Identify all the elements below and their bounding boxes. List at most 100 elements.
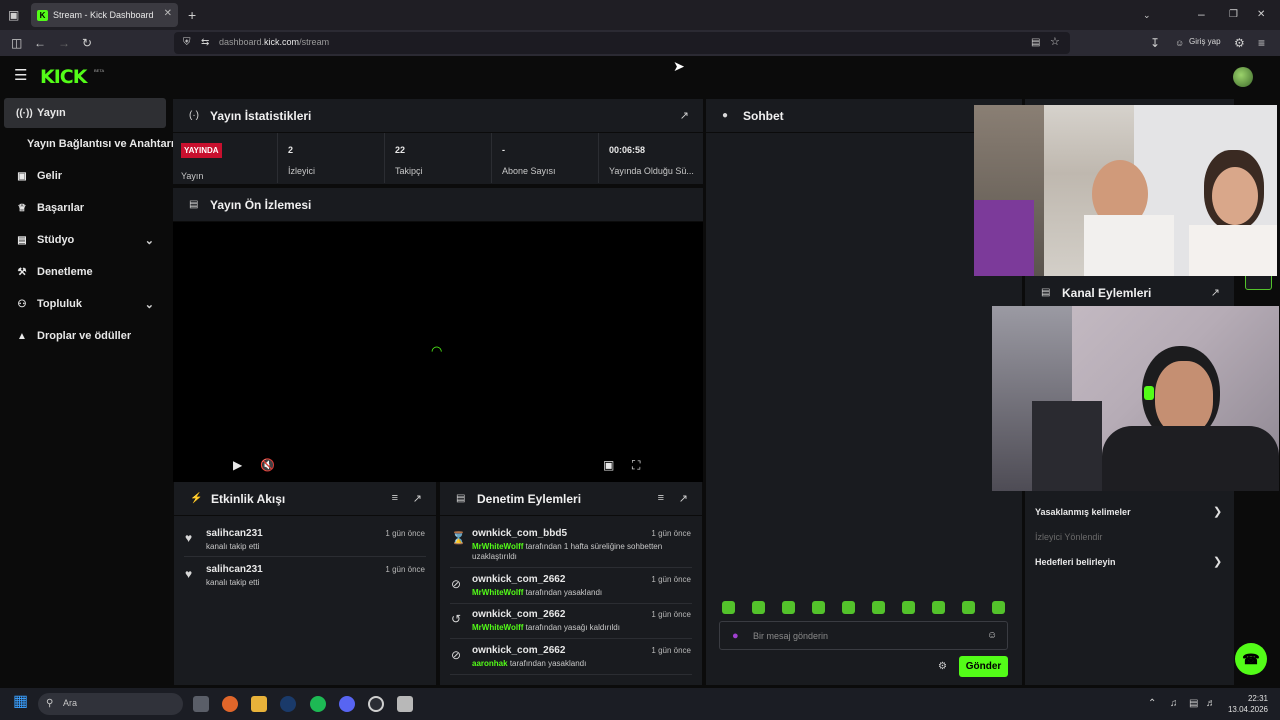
settings-gear-icon[interactable]: ⚙ [938, 660, 947, 674]
browser-tab-bar: ▣ K Stream - Kick Dashboard ✕ + ⌄ – ❐ ✕ [0, 0, 1280, 30]
sidebar-item-droplar[interactable]: ▲ Droplar ve ödüller [4, 321, 166, 351]
signin-link[interactable]: Giriş yap [1189, 37, 1221, 46]
emote-icon[interactable] [782, 601, 795, 614]
popout-icon[interactable]: ↗ [680, 109, 689, 122]
sidebar-item-basarilar[interactable]: ♕ Başarılar [4, 193, 166, 223]
emote-icon[interactable] [722, 601, 735, 614]
microphone-icon[interactable]: ● [732, 629, 739, 643]
browser-tab[interactable]: K Stream - Kick Dashboard ✕ [31, 3, 178, 27]
minimize-icon[interactable]: – [1198, 7, 1205, 21]
panel-header: ▤ Denetim Eylemleri ≡ ↗ [440, 482, 702, 516]
task-view-icon[interactable] [193, 696, 209, 712]
emote-icon[interactable] [902, 601, 915, 614]
page-info-icon[interactable]: ⇆ [201, 36, 209, 50]
sidebar-toggle-icon[interactable]: ◫ [11, 36, 22, 50]
store-icon[interactable] [397, 696, 413, 712]
obs-icon[interactable] [368, 696, 384, 712]
emoji-icon[interactable]: ☺ [987, 629, 997, 643]
popout-icon[interactable]: ↗ [1211, 286, 1220, 299]
sidebar-item-label: Yayın [37, 107, 66, 119]
restore-icon[interactable]: ❐ [1229, 8, 1238, 22]
webcam-overlay-streamer [992, 306, 1279, 491]
account-icon[interactable]: ☺ [1175, 36, 1184, 50]
stat-subscribers: - Abone Sayısı [492, 133, 599, 183]
spotify-icon[interactable] [310, 696, 326, 712]
emote-icon[interactable] [992, 601, 1005, 614]
tab-list-icon[interactable]: ▣ [8, 8, 19, 22]
popout-icon[interactable]: ↗ [413, 492, 422, 505]
stat-label: Abone Sayısı [502, 166, 556, 176]
forward-icon[interactable]: → [58, 36, 70, 50]
feed-user[interactable]: salihcan231 [206, 564, 263, 575]
feed-user[interactable]: ownkick_com_bbd5 [472, 528, 567, 539]
close-tab-icon[interactable]: ✕ [164, 8, 172, 19]
volume-icon[interactable]: ♬ [1206, 697, 1216, 711]
avatar[interactable] [1233, 67, 1253, 87]
extensions-icon[interactable]: ⚙ [1234, 36, 1245, 50]
filter-icon[interactable]: ≡ [392, 492, 398, 504]
film-icon: ▤ [1041, 287, 1051, 298]
bookmark-star-icon[interactable]: ☆ [1050, 35, 1060, 49]
menu-icon[interactable]: ≡ [1258, 36, 1265, 50]
new-tab-icon[interactable]: + [188, 8, 196, 22]
feed-user[interactable]: salihcan231 [206, 528, 263, 539]
network-icon[interactable]: ▤ [1189, 697, 1198, 711]
reload-icon[interactable]: ↻ [82, 36, 92, 50]
firefox-icon[interactable] [222, 696, 238, 712]
sidebar-item-stream-key[interactable]: Yayın Bağlantısı ve Anahtarı [4, 129, 174, 159]
emote-icon[interactable] [962, 601, 975, 614]
emote-icon[interactable] [812, 601, 825, 614]
sidebar-item-topluluk[interactable]: ⚇ Topluluk ⌄ [4, 289, 166, 319]
sidebar-item-yayin[interactable]: ((·)) Yayın [4, 98, 166, 128]
emote-icon[interactable] [752, 601, 765, 614]
feed-user[interactable]: ownkick_com_2662 [472, 609, 565, 620]
channel-action-raid: İzleyici Yönlendir [1035, 532, 1103, 542]
dashboard-sidebar: ((·)) Yayın Yayın Bağlantısı ve Anahtarı… [0, 98, 174, 688]
emote-icon[interactable] [932, 601, 945, 614]
rewards-icon: ▲ [17, 330, 27, 342]
sidebar-item-label: Denetleme [37, 266, 93, 278]
sidebar-item-denetleme[interactable]: ⚒ Denetleme [4, 257, 166, 287]
back-icon[interactable]: ← [34, 36, 46, 50]
support-chat-button[interactable]: ☎ [1235, 643, 1267, 675]
channel-action-goals[interactable]: Hedefleri belirleyin [1035, 557, 1116, 567]
popout-icon[interactable]: ↗ [679, 492, 688, 505]
tray-chevron-up-icon[interactable]: ⌃ [1148, 697, 1156, 711]
emote-icon[interactable] [842, 601, 855, 614]
steam-icon[interactable] [280, 696, 296, 712]
chevron-down-icon[interactable]: ⌄ [1143, 8, 1151, 22]
picture-in-picture-icon[interactable]: ▣ [603, 458, 614, 472]
taskbar-search[interactable]: ⚲ Ara [38, 693, 183, 715]
download-icon[interactable]: ↧ [1150, 36, 1160, 50]
microphone-icon[interactable]: ♫ [1170, 697, 1178, 711]
reader-view-icon[interactable]: ▤ [1031, 36, 1040, 50]
broadcast-icon: ((·)) [16, 107, 33, 119]
shield-icon[interactable]: ⛨ [183, 36, 191, 50]
filter-icon[interactable]: ≡ [658, 492, 664, 504]
windows-start-icon[interactable]: ▦ [13, 694, 28, 710]
chevron-down-icon: ⌄ [144, 298, 154, 311]
video-player[interactable]: ◠ ▶ 🔇 ▣ ⛶ [173, 222, 703, 482]
channel-action-banned-words[interactable]: Yasaklanmış kelimeler [1035, 507, 1131, 517]
file-explorer-icon[interactable] [251, 696, 267, 712]
send-button[interactable]: Gönder [959, 656, 1008, 677]
feed-user[interactable]: ownkick_com_2662 [472, 645, 565, 656]
sidebar-item-gelir[interactable]: ▣ Gelir [4, 161, 166, 191]
discord-icon[interactable] [339, 696, 355, 712]
panel-title: Yayın Ön İzlemesi [210, 198, 312, 212]
feed-user[interactable]: ownkick_com_2662 [472, 574, 565, 585]
hamburger-menu-icon[interactable]: ☰ [14, 68, 27, 83]
taskbar-clock[interactable]: 22:31 13.04.2026 [1226, 693, 1268, 715]
mute-icon[interactable]: 🔇 [260, 458, 275, 472]
play-icon[interactable]: ▶ [233, 458, 242, 472]
chat-message-input[interactable]: ● Bir mesaj gönderin ☺ [719, 621, 1008, 650]
list-item: ♥ salihcan231 1 gün önce kanalı takip et… [174, 528, 436, 564]
address-bar[interactable]: ⛨ ⇆ dashboard.kick.com/stream ▤ ☆ [174, 32, 1070, 54]
emote-icon[interactable] [872, 601, 885, 614]
sidebar-item-studyo[interactable]: ▤ Stüdyo ⌄ [4, 225, 166, 255]
close-window-icon[interactable]: ✕ [1257, 8, 1265, 22]
kick-logo[interactable]: KICK [40, 66, 87, 88]
trophy-icon: ♕ [17, 202, 27, 214]
feed-desc: MrWhiteWolff tarafından yasağı kaldırıld… [472, 623, 620, 632]
fullscreen-icon[interactable]: ⛶ [632, 458, 640, 472]
